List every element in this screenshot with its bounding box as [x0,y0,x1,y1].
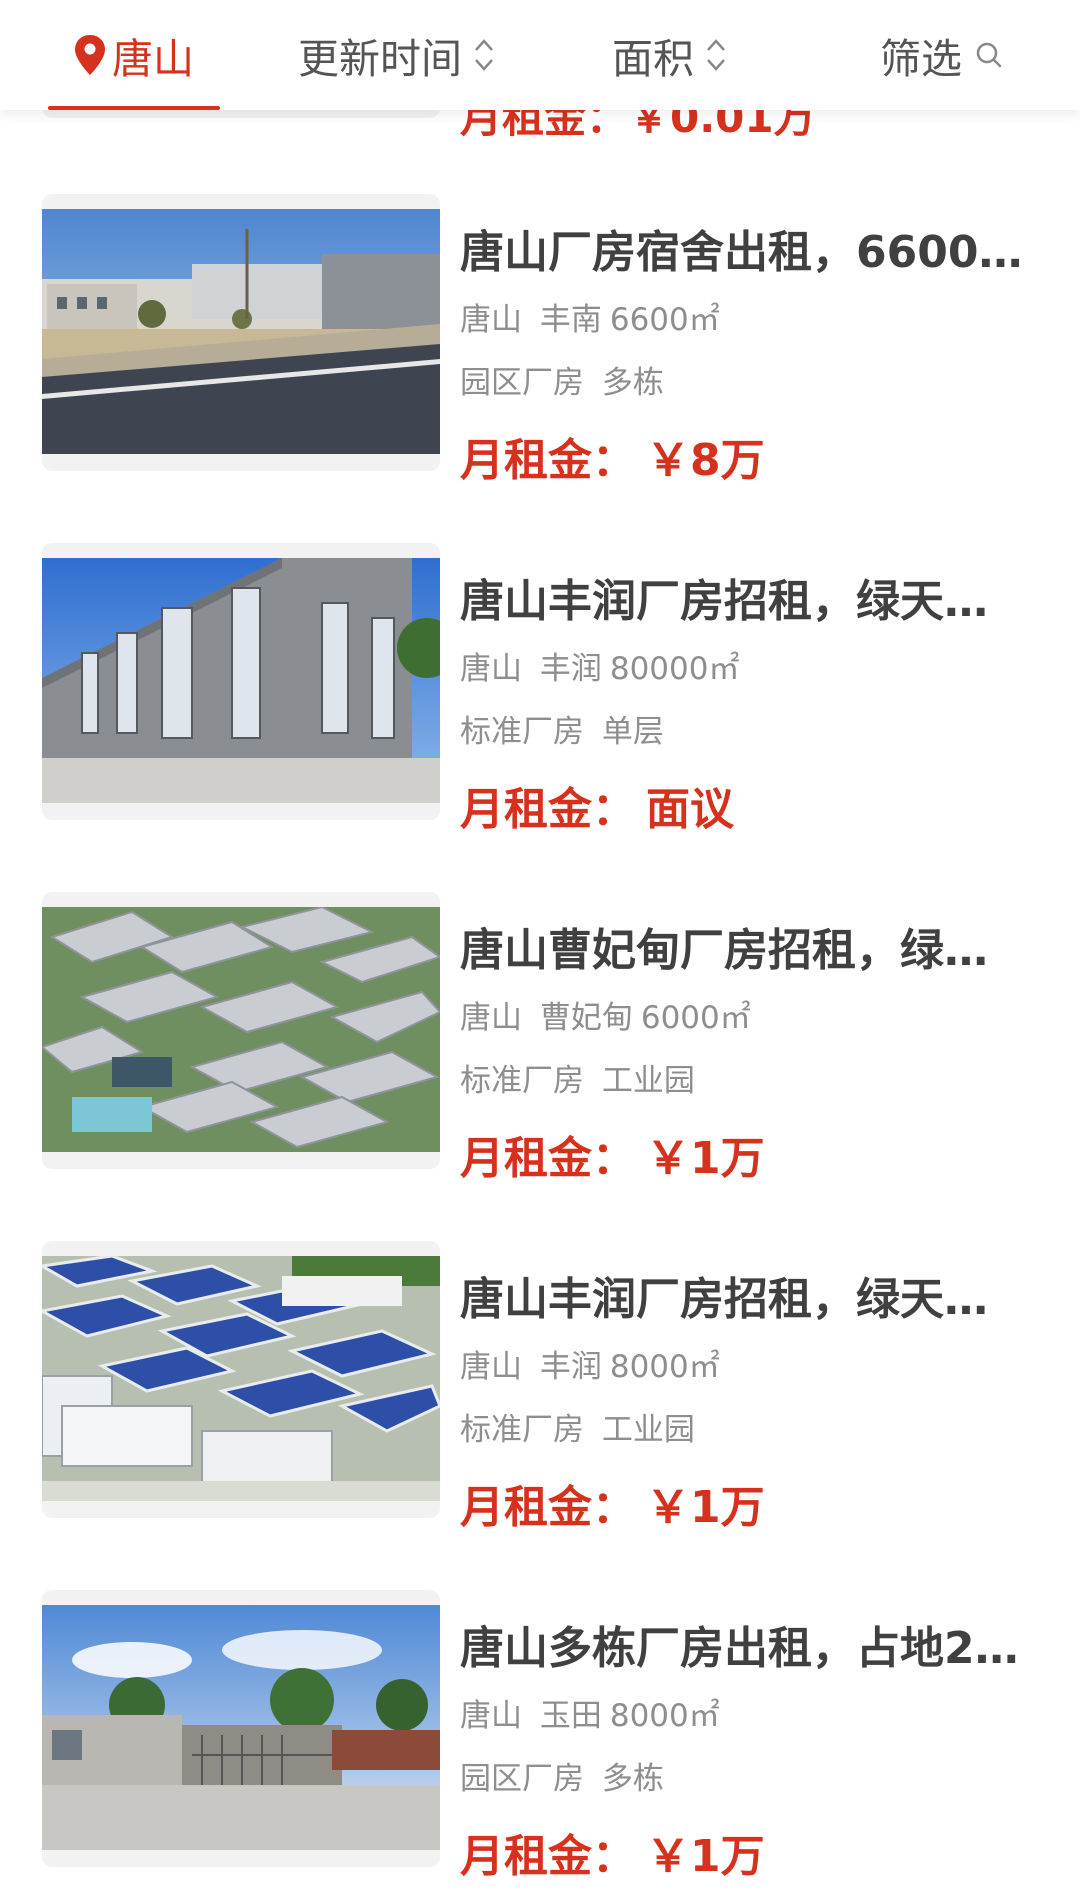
listing-category: 园区厂房 [460,365,584,401]
listing-city: 唐山 [460,1698,522,1734]
listing-district: 丰润 [539,1349,602,1385]
listing-city: 唐山 [460,651,522,687]
listing-tags: 标准厂房 工业园 [460,1404,695,1449]
price-value: ￥8万 [646,435,765,486]
listing-thumbnail[interactable] [42,543,440,820]
listing-location: 唐山 丰南 6600㎡ [460,294,720,339]
listing-district: 丰南 [539,302,602,338]
listing-area: 8000㎡ [609,1698,720,1734]
listing-category: 标准厂房 [460,714,584,750]
filter-bar: 唐山 更新时间 面积 筛选 [0,0,1080,110]
listing-price: 月租金： ￥1万 [460,1122,765,1186]
listing-thumbnail[interactable] [42,1241,440,1518]
active-tab-indicator [48,106,220,110]
listing-item[interactable]: 唐山曹妃甸厂房招租，绿… 唐山 曹妃甸 6000㎡ 标准厂房 工业园 月租金： ￥1… [0,892,1080,1184]
listing-item[interactable]: 唐山多栋厂房出租，占地2… 唐山 玉田 8000㎡ 园区厂房 多栋 月租金： ￥1万 [0,1590,1080,1882]
tab-city[interactable]: 唐山 [72,0,194,110]
tab-update-time-label: 更新时间 [298,35,462,83]
listing-feature: 多栋 [601,1761,664,1797]
listing-location: 唐山 丰润 80000㎡ [460,643,739,688]
price-value: ￥1万 [646,1831,765,1882]
listing-area: 6600㎡ [609,302,720,338]
tab-area-label: 面积 [612,35,694,83]
listing-price: 月租金： ￥8万 [460,424,765,488]
listing-thumbnail[interactable] [42,194,440,471]
listing-city: 唐山 [460,1349,522,1385]
tab-filter-label: 筛选 [880,35,962,83]
price-value: ￥1万 [646,1133,765,1184]
listing-tags: 标准厂房 工业园 [460,1055,695,1100]
price-value: 面议 [646,784,734,835]
price-label: 月租金： [460,435,636,486]
price-label: 月租金： [460,784,636,835]
listing-area: 80000㎡ [609,651,740,687]
listing-title[interactable]: 唐山多栋厂房出租，占地2… [460,1612,1020,1676]
listing-location: 唐山 丰润 8000㎡ [460,1341,720,1386]
listing-tags: 园区厂房 多栋 [460,1753,664,1798]
listing-area: 8000㎡ [609,1349,720,1385]
listing-item[interactable]: 唐山厂房宿舍出租，6600… 唐山 丰南 6600㎡ 园区厂房 多栋 月租金： ￥8… [0,194,1080,486]
listing-tags: 标准厂房 单层 [460,706,664,751]
factory-photo [42,209,440,454]
price-value: ￥1万 [646,1482,765,1533]
listing-category: 标准厂房 [460,1412,584,1448]
listing-title[interactable]: 唐山曹妃甸厂房招租，绿… [460,914,1020,978]
listing-feature: 单层 [601,714,664,750]
search-icon [976,42,1002,68]
listing-city: 唐山 [460,1000,522,1036]
listing-tags: 园区厂房 多栋 [460,357,664,402]
sort-icon [707,39,725,71]
listing-title[interactable]: 唐山丰润厂房招租，绿天… [460,565,1020,629]
listing-price: 月租金： 面议 [460,773,734,837]
location-pin-icon [75,35,105,75]
listing-location: 唐山 玉田 8000㎡ [460,1690,720,1735]
listing-item[interactable]: 唐山丰润厂房招租，绿天… 唐山 丰润 8000㎡ 标准厂房 工业园 月租金： ￥1万 [0,1241,1080,1533]
listing-area: 6000㎡ [640,1000,751,1036]
listing-city: 唐山 [460,302,522,338]
industrial-park-render [42,907,440,1152]
industrial-park-render [42,1256,440,1501]
tab-filter[interactable]: 筛选 [880,0,1004,110]
listing-thumbnail[interactable] [42,1590,440,1867]
listing-item[interactable]: 唐山丰润厂房招租，绿天… 唐山 丰润 80000㎡ 标准厂房 单层 月租金： 面议 [0,543,1080,835]
listing-feature: 多栋 [601,365,664,401]
listing-thumbnail[interactable] [42,892,440,1169]
price-label: 月租金： [460,1133,636,1184]
listing-page: 唐山 更新时间 面积 筛选 月租金：￥0.01万 唐山厂房宿舍出租，6600… … [0,0,1080,1898]
listing-title[interactable]: 唐山丰润厂房招租，绿天… [460,1263,1020,1327]
price-label: 月租金： [460,1482,636,1533]
listing-category: 园区厂房 [460,1761,584,1797]
listing-district: 曹妃甸 [539,1000,633,1036]
listing-category: 标准厂房 [460,1063,584,1099]
listing-title[interactable]: 唐山厂房宿舍出租，6600… [460,216,1020,280]
listing-feature: 工业园 [601,1412,695,1448]
listing-district: 丰润 [539,651,602,687]
tab-city-label: 唐山 [112,35,194,83]
listing-price: 月租金： ￥1万 [460,1471,765,1535]
factory-gate-photo [42,1605,440,1850]
tab-area[interactable]: 面积 [612,0,728,110]
price-label: 月租金： [460,1831,636,1882]
sort-icon [475,39,493,71]
tab-update-time[interactable]: 更新时间 [298,0,496,110]
factory-photo [42,558,440,803]
listing-price: 月租金： ￥1万 [460,1820,765,1884]
listing-district: 玉田 [539,1698,602,1734]
listing-location: 唐山 曹妃甸 6000㎡ [460,992,751,1037]
listing-feature: 工业园 [601,1063,695,1099]
